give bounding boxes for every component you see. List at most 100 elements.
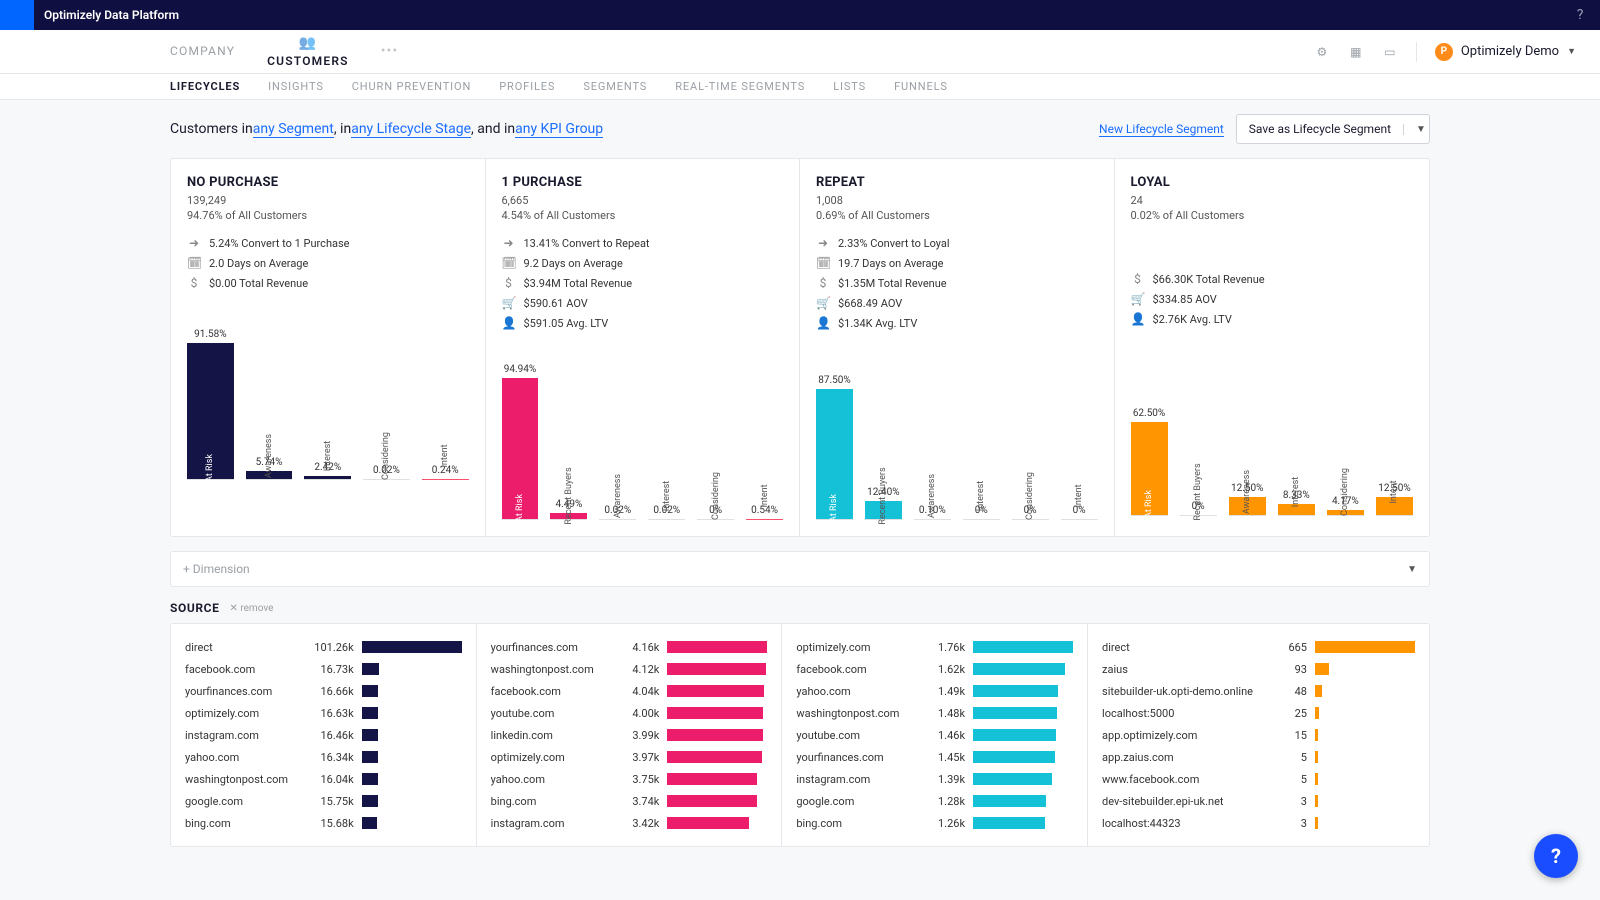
source-bar — [1315, 773, 1318, 785]
source-row[interactable]: google.com 1.28k — [796, 790, 1073, 812]
source-row[interactable]: app.optimizely.com 15 — [1102, 724, 1415, 746]
bar-awareness[interactable]: 12.50%Awareness — [1229, 350, 1266, 516]
bar-awareness[interactable]: 5.74%Awareness — [246, 314, 293, 480]
source-row[interactable]: instagram.com 1.39k — [796, 768, 1073, 790]
help-icon[interactable]: ? — [1560, 7, 1600, 23]
metric-icon: 🛒 — [816, 296, 830, 310]
source-row[interactable]: yourfinances.com 4.16k — [491, 636, 768, 658]
subnav-tab-insights[interactable]: INSIGHTS — [268, 80, 324, 93]
source-row[interactable]: yahoo.com 3.75k — [491, 768, 768, 790]
subnav-tab-segments[interactable]: SEGMENTS — [583, 80, 647, 93]
filter-stage[interactable]: any Lifecycle Stage — [351, 121, 471, 138]
source-row[interactable]: yourfinances.com 16.66k — [185, 680, 462, 702]
bar-interest[interactable]: 2.42%Interest — [304, 314, 351, 480]
source-row[interactable]: localhost:44323 3 — [1102, 812, 1415, 834]
source-row[interactable]: facebook.com 4.04k — [491, 680, 768, 702]
source-row[interactable]: washingtonpost.com 4.12k — [491, 658, 768, 680]
bar-considering[interactable]: 0.02%Considering — [363, 314, 410, 480]
save-lifecycle-segment-button[interactable]: Save as Lifecycle Segment ▼ — [1236, 114, 1430, 144]
source-row[interactable]: optimizely.com 1.76k — [796, 636, 1073, 658]
source-bar-track — [667, 817, 767, 829]
source-row[interactable]: youtube.com 4.00k — [491, 702, 768, 724]
nav-tab-more[interactable]: ••• — [381, 43, 399, 60]
subnav-tab-profiles[interactable]: PROFILES — [499, 80, 555, 93]
bar-at-risk[interactable]: 94.94%At Risk — [502, 354, 539, 520]
nav-tab-company[interactable]: COMPANY — [170, 44, 235, 58]
source-row[interactable]: instagram.com 3.42k — [491, 812, 768, 834]
apps-icon[interactable]: ▦ — [1348, 44, 1364, 60]
source-bar-track — [362, 817, 462, 829]
source-row[interactable]: youtube.com 1.46k — [796, 724, 1073, 746]
source-bar — [362, 773, 378, 785]
source-row[interactable]: facebook.com 1.62k — [796, 658, 1073, 680]
bar-intent[interactable]: 0.24%Intent — [422, 314, 469, 480]
source-row[interactable]: app.zaius.com 5 — [1102, 746, 1415, 768]
bar-interest[interactable]: 8.33%Interest — [1278, 350, 1315, 516]
source-row[interactable]: optimizely.com 3.97k — [491, 746, 768, 768]
bar-rect: At Risk — [816, 389, 853, 520]
bar-awareness[interactable]: 0.10%Awareness — [914, 354, 951, 520]
account-switcher[interactable]: P Optimizely Demo ▼ — [1435, 43, 1576, 61]
source-row[interactable]: optimizely.com 16.63k — [185, 702, 462, 724]
source-row[interactable]: direct 101.26k — [185, 636, 462, 658]
source-row[interactable]: dev-sitebuilder.epi-uk.net 3 — [1102, 790, 1415, 812]
subnav-tab-lifecycles[interactable]: LIFECYCLES — [170, 80, 240, 93]
chevron-down-icon[interactable]: ▼ — [1403, 124, 1429, 135]
filter-kpi[interactable]: any KPI Group — [515, 121, 603, 138]
source-row[interactable]: google.com 15.75k — [185, 790, 462, 812]
bar-awareness[interactable]: 0.02%Awareness — [599, 354, 636, 520]
source-row[interactable]: bing.com 15.68k — [185, 812, 462, 834]
source-row[interactable]: yahoo.com 1.49k — [796, 680, 1073, 702]
subnav-tab-churn-prevention[interactable]: CHURN PREVENTION — [352, 80, 471, 93]
bar-at-risk[interactable]: 87.50%At Risk — [816, 354, 853, 520]
source-row[interactable]: instagram.com 16.46k — [185, 724, 462, 746]
bar-rect: Interest — [304, 476, 351, 480]
source-row[interactable]: direct 665 — [1102, 636, 1415, 658]
subnav-tab-funnels[interactable]: FUNNELS — [894, 80, 948, 93]
source-row[interactable]: www.facebook.com 5 — [1102, 768, 1415, 790]
source-value: 3.74k — [613, 795, 659, 808]
bar-recent-buyers[interactable]: 4.49%Recent Buyers — [550, 354, 587, 520]
bar-at-risk[interactable]: 62.50%At Risk — [1131, 350, 1168, 516]
help-fab[interactable]: ? — [1534, 834, 1578, 878]
source-row[interactable]: facebook.com 16.73k — [185, 658, 462, 680]
source-row[interactable]: bing.com 1.26k — [796, 812, 1073, 834]
bar-considering[interactable]: 0%Considering — [1012, 354, 1049, 520]
metric-text: $1.34K Avg. LTV — [838, 317, 917, 330]
source-row[interactable]: washingtonpost.com 1.48k — [796, 702, 1073, 724]
source-bar — [1315, 685, 1322, 697]
bar-intent[interactable]: 12.50%Intent — [1376, 350, 1413, 516]
source-row[interactable]: bing.com 3.74k — [491, 790, 768, 812]
book-icon[interactable]: ▭ — [1382, 44, 1398, 60]
add-dimension-button[interactable]: + Dimension ▼ — [170, 551, 1430, 587]
source-remove-button[interactable]: ✕ remove — [229, 603, 273, 614]
metric-icon: $ — [502, 276, 516, 290]
bar-interest[interactable]: 0%Interest — [963, 354, 1000, 520]
bar-considering[interactable]: 0%Considering — [697, 354, 734, 520]
lifecycle-metric: 🛒$668.49 AOV — [816, 296, 1098, 310]
new-lifecycle-segment-link[interactable]: New Lifecycle Segment — [1099, 122, 1224, 137]
source-row[interactable]: sitebuilder-uk.opti-demo.online 48 — [1102, 680, 1415, 702]
subnav-tab-real-time-segments[interactable]: REAL-TIME SEGMENTS — [675, 80, 805, 93]
bar-considering[interactable]: 4.17%Considering — [1327, 350, 1364, 516]
nav-tab-customers[interactable]: 👥 CUSTOMERS — [267, 35, 349, 68]
subnav-tab-lists[interactable]: LISTS — [833, 80, 866, 93]
source-name: direct — [185, 641, 300, 654]
source-row[interactable]: localhost:5000 25 — [1102, 702, 1415, 724]
bar-intent[interactable]: 0.54%Intent — [746, 354, 783, 520]
bar-recent-buyers[interactable]: 0%Recent Buyers — [1180, 350, 1217, 516]
filter-segment[interactable]: any Segment — [253, 121, 334, 138]
gear-icon[interactable]: ⚙ — [1314, 44, 1330, 60]
source-row[interactable]: linkedin.com 3.99k — [491, 724, 768, 746]
source-row[interactable]: yahoo.com 16.34k — [185, 746, 462, 768]
bar-intent[interactable]: 0%Intent — [1061, 354, 1098, 520]
bar-recent-buyers[interactable]: 12.40%Recent Buyers — [865, 354, 902, 520]
source-value: 16.34k — [308, 751, 354, 764]
bar-at-risk[interactable]: 91.58%At Risk — [187, 314, 234, 480]
source-name: optimizely.com — [796, 641, 911, 654]
bar-interest[interactable]: 0.02%Interest — [648, 354, 685, 520]
lifecycle-count: 139,249 — [187, 194, 469, 207]
source-row[interactable]: washingtonpost.com 16.04k — [185, 768, 462, 790]
source-row[interactable]: yourfinances.com 1.45k — [796, 746, 1073, 768]
source-row[interactable]: zaius 93 — [1102, 658, 1415, 680]
